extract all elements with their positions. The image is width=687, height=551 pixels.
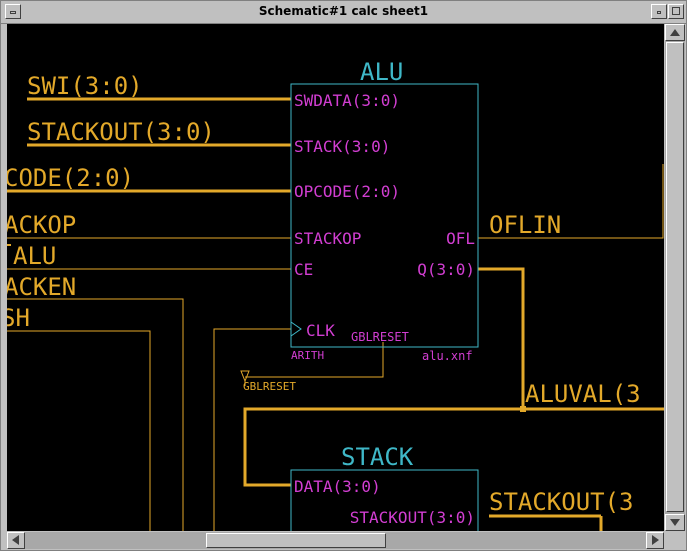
schematic-window: Schematic#1 calc sheet1 ALU STACK ARITH … xyxy=(0,0,687,551)
window-title: Schematic#1 calc sheet1 xyxy=(258,4,429,18)
net-stackout-out[interactable]: STACKOUT(3 xyxy=(489,488,634,516)
minimize-button[interactable] xyxy=(651,4,667,19)
arrow-right-icon xyxy=(652,535,659,545)
title-bar[interactable]: Schematic#1 calc sheet1 xyxy=(1,1,686,24)
pin-swdata: SWDATA(3:0) xyxy=(294,91,400,110)
alu-name: ALU xyxy=(360,58,403,86)
pin-opcode: OPCODE(2:0) xyxy=(294,182,400,201)
stack-name: STACK xyxy=(341,443,414,471)
net-sh[interactable]: SH xyxy=(7,304,30,332)
net-stackop[interactable]: ACKOP xyxy=(7,211,76,239)
scroll-down-button[interactable] xyxy=(665,514,685,531)
pin-stack: STACK(3:0) xyxy=(294,137,390,156)
net-swi[interactable]: SWI(3:0) xyxy=(27,72,143,100)
horizontal-scroll-thumb[interactable] xyxy=(206,533,386,548)
clk-pin-triangle-icon xyxy=(290,321,302,337)
alu-file-label: alu.xnf xyxy=(422,349,473,363)
pin-ofl: OFL xyxy=(446,229,475,248)
vertical-scrollbar[interactable] xyxy=(665,24,685,531)
pin-stackop: STACKOP xyxy=(294,229,361,248)
scrollbar-corner xyxy=(665,532,685,549)
minimize-icon xyxy=(657,11,661,14)
pin-stack-stackout: STACKOUT(3:0) xyxy=(350,508,475,527)
scroll-right-button[interactable] xyxy=(646,532,664,549)
arrow-left-icon xyxy=(12,535,19,545)
schematic-drawing[interactable]: ALU STACK ARITH alu.xnf SWDATA(3:0) STAC… xyxy=(7,24,664,531)
net-aluval[interactable]: ALUVAL(3 xyxy=(525,380,641,408)
net-stacken[interactable]: ACKEN xyxy=(7,273,76,301)
vertical-scroll-thumb[interactable] xyxy=(666,42,684,512)
pin-gblreset: GBLRESET xyxy=(351,330,409,344)
pin-stack-data: DATA(3:0) xyxy=(294,477,381,496)
net-opcode[interactable]: CODE(2:0) xyxy=(7,164,134,192)
wire-stacken[interactable] xyxy=(7,298,184,531)
wire-clk[interactable] xyxy=(213,328,291,531)
maximize-icon xyxy=(672,7,680,15)
pin-ce: CE xyxy=(294,260,313,279)
net-stackout-in[interactable]: STACKOUT(3:0) xyxy=(27,118,215,146)
pin-clk: CLK xyxy=(306,321,335,340)
schematic-canvas[interactable]: ALU STACK ARITH alu.xnf SWDATA(3:0) STAC… xyxy=(7,24,664,531)
pin-q: Q(3:0) xyxy=(417,260,475,279)
net-alu-en[interactable]: ALU xyxy=(13,242,56,270)
arrow-up-icon xyxy=(670,29,680,36)
scroll-up-button[interactable] xyxy=(665,24,685,41)
alu-component[interactable] xyxy=(290,83,479,348)
scroll-left-button[interactable] xyxy=(7,532,25,549)
alu-type-label: ARITH xyxy=(291,349,324,362)
maximize-button[interactable] xyxy=(668,4,684,19)
horizontal-scrollbar[interactable] xyxy=(7,532,664,549)
net-oflin[interactable]: OFLIN xyxy=(489,211,561,239)
net-gblreset[interactable]: GBLRESET xyxy=(243,380,296,393)
wire-sh[interactable] xyxy=(7,330,151,531)
arrow-down-icon xyxy=(670,519,680,526)
